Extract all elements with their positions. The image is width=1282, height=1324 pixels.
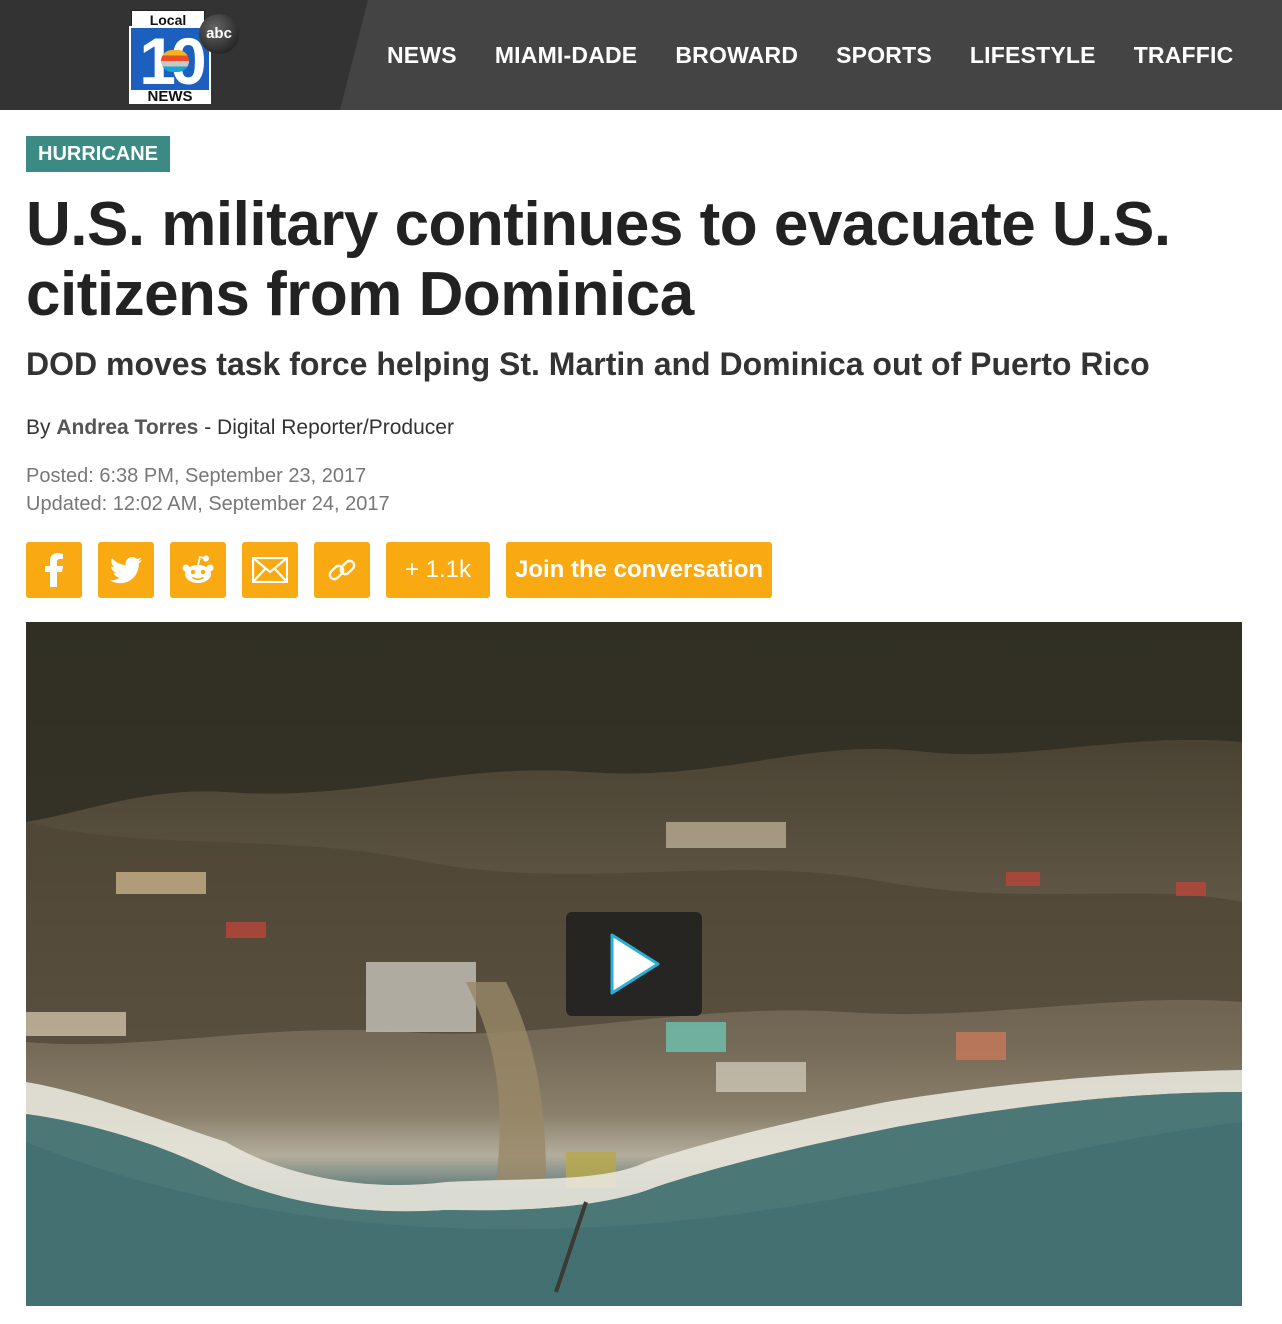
abc-logo-icon: abc: [199, 14, 239, 54]
play-button[interactable]: [566, 912, 702, 1016]
local10-logo[interactable]: Local 10 NEWS abc: [127, 10, 243, 104]
article-subheadline: DOD moves task force helping St. Martin …: [26, 346, 1150, 382]
main-nav: NEWS MIAMI-DADE BROWARD SPORTS LIFESTYLE…: [368, 0, 1252, 110]
facebook-share-button[interactable]: [26, 542, 82, 598]
article-headline: U.S. military continues to evacuate U.S.…: [26, 190, 1171, 329]
share-count-button[interactable]: + 1.1k: [386, 542, 490, 598]
nav-item-news[interactable]: NEWS: [387, 42, 457, 69]
posted-date: Posted: 6:38 PM, September 23, 2017: [26, 465, 367, 487]
reddit-icon: [182, 555, 214, 583]
copy-link-button[interactable]: [314, 542, 370, 598]
email-share-button[interactable]: [242, 542, 298, 598]
byline: By Andrea Torres - Digital Reporter/Prod…: [26, 416, 454, 440]
category-tag[interactable]: HURRICANE: [26, 136, 170, 172]
nav-item-sports[interactable]: SPORTS: [836, 42, 932, 69]
share-bar: + 1.1k Join the conversation: [26, 542, 772, 598]
author-link[interactable]: Andrea Torres: [56, 416, 198, 439]
twitter-icon: [110, 556, 142, 583]
join-conversation-button[interactable]: Join the conversation: [506, 542, 772, 598]
nav-item-broward[interactable]: BROWARD: [675, 42, 798, 69]
facebook-icon: [45, 553, 63, 587]
link-icon: [328, 559, 356, 581]
twitter-share-button[interactable]: [98, 542, 154, 598]
site-header: Local 10 NEWS abc NEWS MIAMI-DADE BROWAR…: [0, 0, 1282, 110]
nav-item-traffic[interactable]: TRAFFIC: [1134, 42, 1234, 69]
play-icon: [610, 933, 660, 995]
author-role: - Digital Reporter/Producer: [204, 416, 454, 439]
byline-prefix: By: [26, 416, 51, 439]
email-icon: [252, 557, 288, 583]
reddit-share-button[interactable]: [170, 542, 226, 598]
nav-item-lifestyle[interactable]: LIFESTYLE: [970, 42, 1096, 69]
video-player[interactable]: [26, 622, 1242, 1306]
publish-dates: Posted: 6:38 PM, September 23, 2017 Upda…: [26, 462, 390, 518]
nav-item-miami-dade[interactable]: MIAMI-DADE: [495, 42, 638, 69]
logo-stripes-icon: [161, 50, 189, 72]
logo-news-text: NEWS: [129, 89, 211, 104]
updated-date: Updated: 12:02 AM, September 24, 2017: [26, 493, 390, 515]
